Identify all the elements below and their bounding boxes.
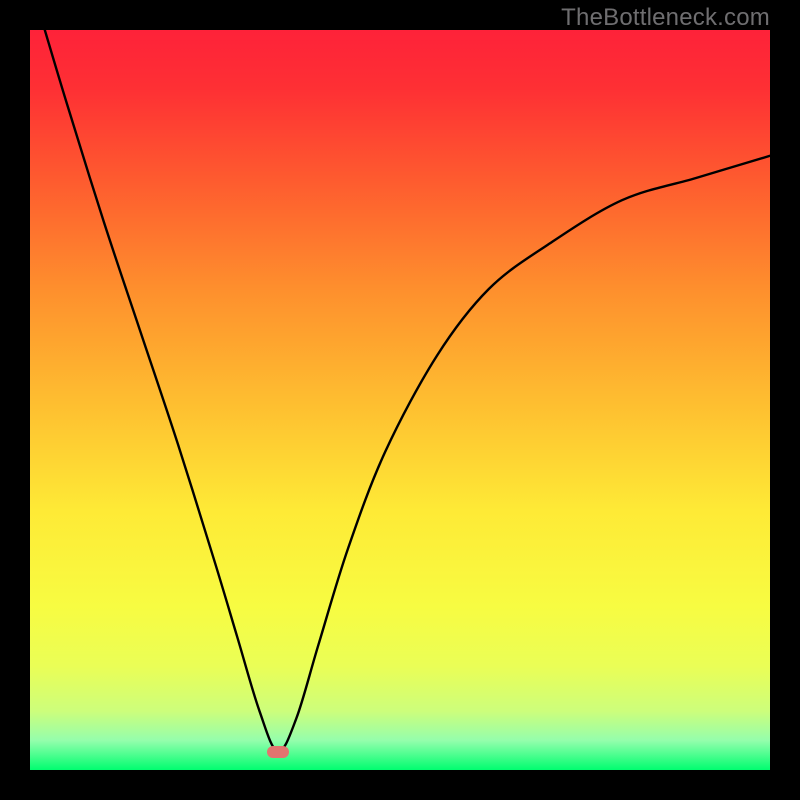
plot-area — [30, 30, 770, 770]
watermark-text: TheBottleneck.com — [561, 4, 770, 32]
bottleneck-curve — [30, 30, 770, 770]
minimum-marker — [267, 746, 289, 758]
